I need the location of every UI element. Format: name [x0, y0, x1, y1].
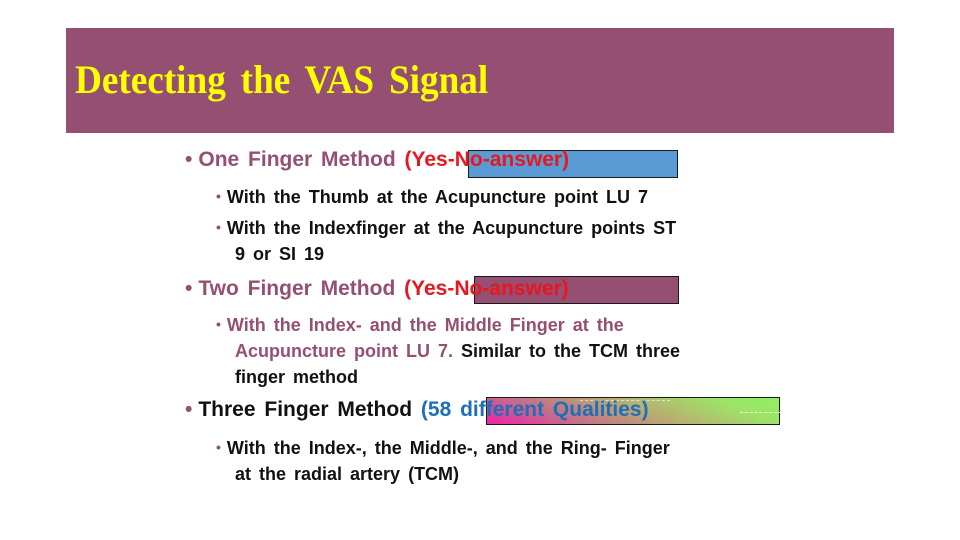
bullet-three-finger-method: • Three Finger Method (58 different Quali… [185, 398, 649, 422]
bullet-icon: • [185, 398, 193, 421]
subbullet-indexfinger-st9: • With the Indexfinger at the Acupuncture… [216, 214, 676, 267]
subitem-text-line1: With the Indexfinger at the Acupuncture … [226, 218, 677, 238]
subitem-text-line1: With the Index-, the Middle-, and the Ri… [226, 438, 670, 458]
subbullet-index-middle-ring: • With the Index-, the Middle-, and the R… [216, 434, 670, 487]
bullet-icon: • [216, 219, 221, 235]
subitem-text-line2-plain: Similar to the TCM three [461, 341, 681, 361]
subbullet-index-middle-lu7: • With the Index- and the Middle Finger a… [216, 311, 680, 390]
bullet-icon: • [216, 316, 221, 332]
bullet-two-finger-method: • Two Finger Method (Yes-No-answer) [185, 277, 569, 301]
subitem-text-line2: at the radial artery (TCM) [235, 464, 460, 484]
subitem-text-line2: 9 or SI 19 [235, 244, 325, 264]
subitem-text: With the Thumb at the Acupuncture point … [226, 187, 649, 207]
bullet-icon: • [216, 188, 221, 204]
section-heading: One Finger Method [198, 148, 396, 171]
bullet-one-finger-method: • One Finger Method (Yes-No-answer) [185, 148, 569, 172]
subitem-text-line1: With the Index- and the Middle Finger at… [226, 315, 624, 335]
section-heading: Two Finger Method [198, 277, 396, 300]
section-heading: Three Finger Method [198, 398, 413, 421]
subbullet-thumb-lu7: • With the Thumb at the Acupuncture point… [216, 183, 648, 210]
subitem-text-line3: finger method [235, 367, 358, 387]
bullet-icon: • [185, 148, 193, 171]
section-note: (Yes-No-answer) [404, 148, 570, 171]
slide-body: • One Finger Method (Yes-No-answer) • With… [0, 0, 960, 540]
section-note: (Yes-No-answer) [404, 277, 569, 300]
section-note: (58 different Qualities) [420, 398, 649, 421]
subitem-text-line2-colored: Acupuncture point LU 7. [235, 341, 453, 361]
bullet-icon: • [185, 277, 193, 300]
dashed-line-decoration [740, 412, 782, 413]
bullet-icon: • [216, 439, 221, 455]
